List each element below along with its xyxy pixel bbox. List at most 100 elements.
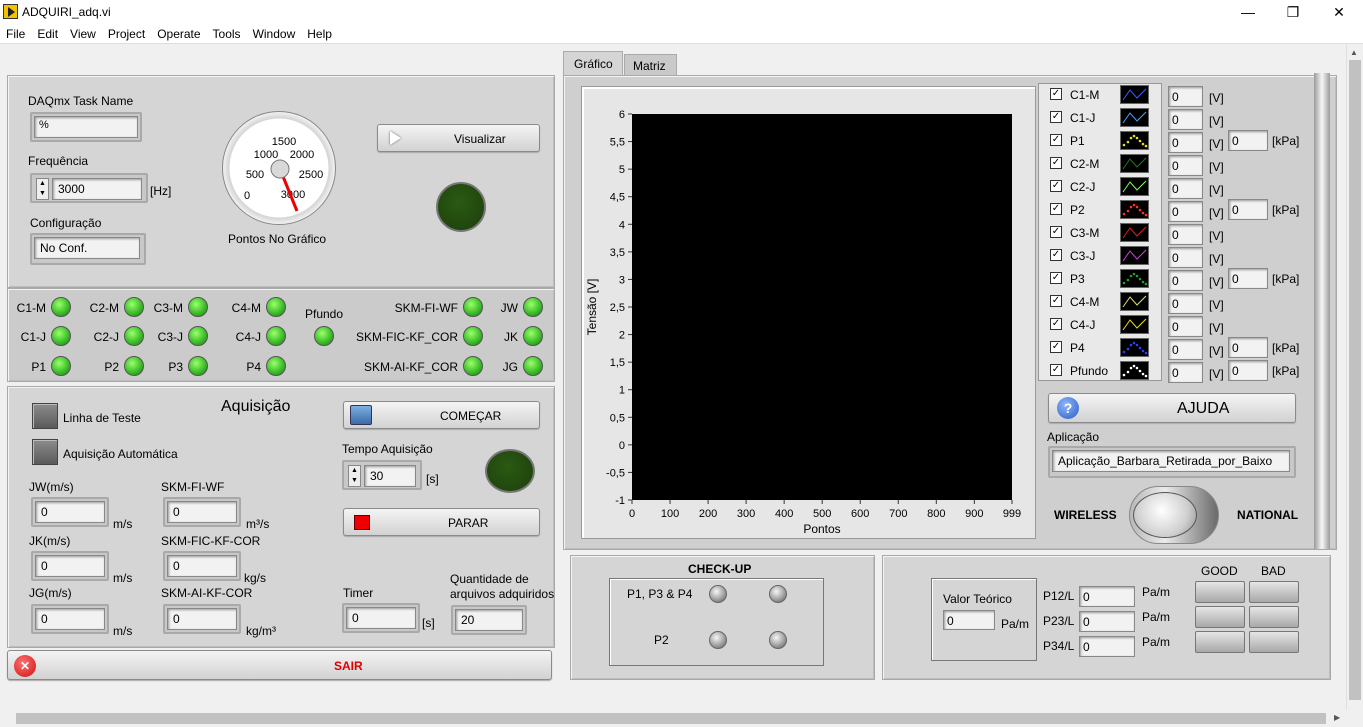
comecar-button[interactable]: COMEÇAR (343, 401, 540, 429)
menu-file[interactable]: File (0, 24, 31, 41)
led-p1 (51, 356, 71, 376)
menu-window[interactable]: Window (247, 24, 302, 41)
skm-fi-value: 0 (167, 501, 237, 523)
led-c4-j (266, 326, 286, 346)
wireless-national-switch[interactable] (1129, 486, 1219, 544)
legend-value-c3-j: 0 (1168, 247, 1203, 268)
frequency-unit: [Hz] (150, 184, 172, 198)
legend-checkbox-c4-j[interactable]: ✓ (1050, 318, 1062, 330)
labview-icon (3, 4, 18, 19)
checkup-row1-label: P1, P3 & P4 (627, 587, 693, 601)
vertical-scrollbar[interactable]: ▲ (1346, 44, 1363, 710)
tempo-stepper[interactable]: ▲ ▼ (348, 465, 361, 487)
menu-edit[interactable]: Edit (31, 24, 64, 41)
legend-plot-icon-c2-j[interactable] (1120, 177, 1149, 196)
skm-fic-value: 0 (167, 555, 237, 577)
legend-checkbox-c3-m[interactable]: ✓ (1050, 226, 1062, 238)
pressure-panel: Valor Teórico 0 Pa/m P12/L 0 Pa/m P23/L 0 Pa/… (882, 555, 1331, 680)
legend-label-c2-m: C2-M (1070, 157, 1100, 171)
menu-tools[interactable]: Tools (207, 24, 247, 41)
x-tick-label: 999 (1003, 508, 1021, 520)
pressure-value-p34-l: 0 (1079, 636, 1135, 657)
timer-indicator: 0 (342, 603, 420, 633)
tab-grafico[interactable]: Gráfico (563, 51, 623, 75)
legend-checkbox-c2-j[interactable]: ✓ (1050, 180, 1062, 192)
frequency-stepper[interactable]: ▲ ▼ (36, 178, 49, 200)
legend-checkbox-p4[interactable]: ✓ (1050, 341, 1062, 353)
horizontal-scrollbar[interactable]: ▶ (0, 710, 1346, 727)
menu-operate[interactable]: Operate (151, 24, 206, 41)
menu-view[interactable]: View (64, 24, 102, 41)
linha-teste-toggle[interactable] (32, 403, 58, 429)
legend-checkbox-p1[interactable]: ✓ (1050, 134, 1062, 146)
y-tick-label: 4,5 (610, 192, 625, 204)
legend-checkbox-c3-j[interactable]: ✓ (1050, 249, 1062, 261)
legend-unit-c2-j: [V] (1209, 183, 1224, 197)
led-jk (523, 326, 543, 346)
led-label-p2: P2 (104, 360, 119, 374)
points-gauge[interactable]: 0 500 1000 1500 2000 2500 3000 (222, 111, 336, 225)
legend-label-p1: P1 (1070, 134, 1085, 148)
legend-unit-c3-m: [V] (1209, 229, 1224, 243)
legend-checkbox-p3[interactable]: ✓ (1050, 272, 1062, 284)
checkup-led-4 (769, 631, 787, 649)
switch-knob[interactable] (1133, 492, 1197, 538)
menu-help[interactable]: Help (301, 24, 338, 41)
linha-teste-label: Linha de Teste (63, 411, 141, 425)
jw-label: JW(m/s) (29, 480, 74, 494)
h-scrollbar-thumb[interactable] (16, 713, 1326, 724)
sair-button[interactable]: ✕ SAIR (7, 650, 552, 680)
legend-checkbox-c4-m[interactable]: ✓ (1050, 295, 1062, 307)
legend-plot-icon-c3-j[interactable] (1120, 246, 1149, 265)
legend-label-c3-m: C3-M (1070, 226, 1100, 240)
minimize-button[interactable]: — (1225, 0, 1271, 24)
legend-plot-icon-pfundo[interactable] (1120, 361, 1149, 380)
scrollbar-thumb[interactable] (1349, 60, 1361, 700)
jg-value: 0 (35, 608, 105, 630)
legend-checkbox-c2-m[interactable]: ✓ (1050, 157, 1062, 169)
close-window-button[interactable]: ✕ (1316, 0, 1362, 24)
legend-checkbox-pfundo[interactable]: ✓ (1050, 364, 1062, 376)
aplicacao-label: Aplicação (1047, 430, 1100, 444)
parar-button[interactable]: PARAR (343, 508, 540, 536)
x-tick-label: 400 (775, 508, 793, 520)
legend-plot-icon-p3[interactable] (1120, 269, 1149, 288)
national-label: NATIONAL (1237, 508, 1299, 522)
legend-plot-icon-p2[interactable] (1120, 200, 1149, 219)
legend-plot-icon-p1[interactable] (1120, 131, 1149, 150)
tempo-control[interactable]: ▲ ▼ 30 (342, 460, 422, 490)
task-name-control[interactable]: % (30, 112, 142, 142)
legend-unit-pfundo: [V] (1209, 367, 1224, 381)
led-label-c4-j: C4-J (235, 330, 261, 344)
legend-value-c4-m: 0 (1168, 293, 1203, 314)
legend-checkbox-p2[interactable]: ✓ (1050, 203, 1062, 215)
frequency-control[interactable]: ▲ ▼ 3000 (30, 173, 148, 203)
ajuda-button[interactable]: ? AJUDA (1048, 393, 1296, 423)
led-c1-m (51, 297, 71, 317)
waveform-chart[interactable]: 6 5,5 5 4,5 4 3,5 3 2,5 2 1,5 1 0,5 0 -0,5 -1 0 100 200 30… (582, 87, 1037, 540)
legend-plot-icon-c1-j[interactable] (1120, 108, 1149, 127)
tempo-field[interactable]: 30 (364, 465, 416, 487)
visualizar-button[interactable]: Visualizar (377, 124, 540, 152)
x-tick-label: 500 (813, 508, 831, 520)
legend-checkbox-c1-m[interactable]: ✓ (1050, 88, 1062, 100)
legend-plot-icon-c1-m[interactable] (1120, 85, 1149, 104)
aquisicao-auto-toggle[interactable] (32, 439, 58, 465)
tab-matriz[interactable]: Matriz (624, 54, 677, 75)
task-name-field[interactable]: % (34, 116, 138, 138)
legend-plot-icon-c4-j[interactable] (1120, 315, 1149, 334)
legend-plot-icon-c4-m[interactable] (1120, 292, 1149, 311)
legend-plot-icon-c2-m[interactable] (1120, 154, 1149, 173)
menu-project[interactable]: Project (102, 24, 151, 41)
jk-label: JK(m/s) (29, 534, 71, 548)
legend-plot-icon-c3-m[interactable] (1120, 223, 1149, 242)
led-c1-j (51, 326, 71, 346)
legend-checkbox-c1-j[interactable]: ✓ (1050, 111, 1062, 123)
bad-indicator-3 (1249, 631, 1299, 653)
legend-unit-p1: [V] (1209, 137, 1224, 151)
frequency-field[interactable]: 3000 (52, 178, 142, 200)
restore-button[interactable]: ❐ (1270, 0, 1316, 24)
checkup-led-2 (769, 585, 787, 603)
x-tick-label: 900 (965, 508, 983, 520)
legend-plot-icon-p4[interactable] (1120, 338, 1149, 357)
